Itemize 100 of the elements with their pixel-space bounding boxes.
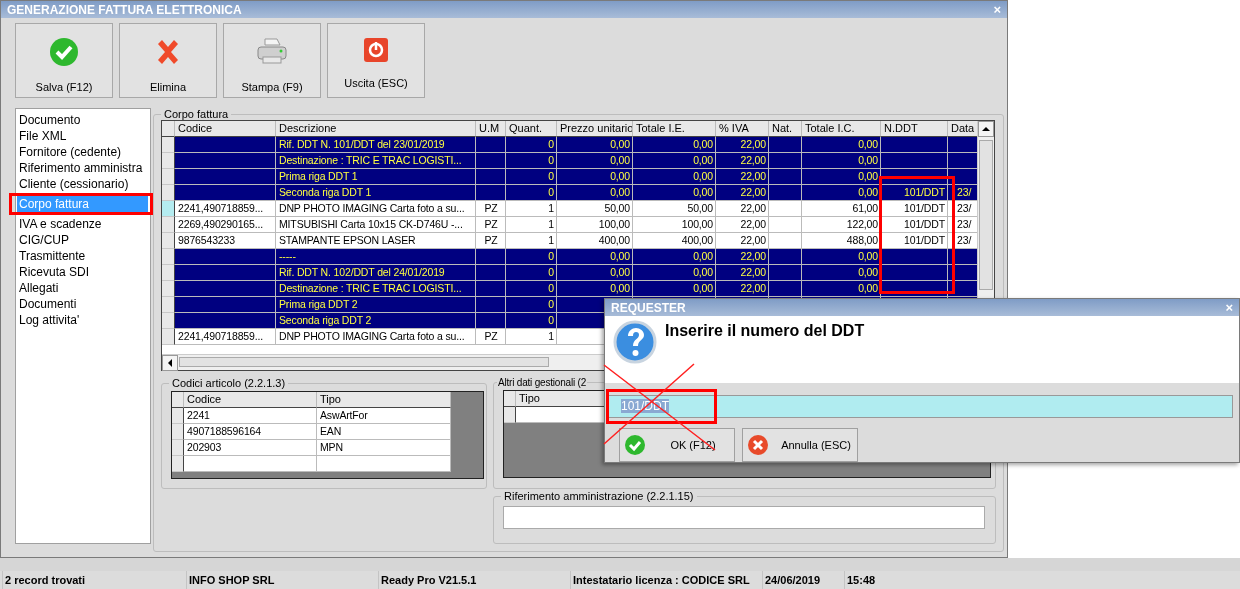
table-cell <box>948 137 977 153</box>
row-header[interactable] <box>162 297 175 313</box>
section-item[interactable]: Ricevuta SDI <box>17 264 149 280</box>
section-item[interactable]: Cliente (cessionario) <box>17 176 149 192</box>
row-header[interactable] <box>172 456 184 472</box>
row-header[interactable] <box>162 265 175 281</box>
group-title: Codici articolo (2.2.1.3) <box>171 377 287 389</box>
table-cell <box>769 137 802 153</box>
table-cell <box>476 169 506 185</box>
column-header[interactable]: Quant. <box>506 121 557 137</box>
section-item[interactable]: File XML <box>17 128 149 144</box>
table-cell: 22,00 <box>716 265 769 281</box>
column-header[interactable]: % IVA <box>716 121 769 137</box>
table-cell <box>769 249 802 265</box>
question-icon <box>613 320 657 364</box>
column-header[interactable]: Tipo <box>317 392 451 408</box>
table-cell: MPN <box>317 440 451 456</box>
column-header[interactable]: Nat. <box>769 121 802 137</box>
column-header[interactable]: Totale I.C. <box>802 121 881 137</box>
table-cell <box>769 201 802 217</box>
row-header[interactable] <box>162 153 175 169</box>
table-cell: 22,00 <box>716 281 769 297</box>
row-header[interactable] <box>504 407 516 423</box>
section-item[interactable]: IVA e scadenze <box>17 216 149 232</box>
table-cell: STAMPANTE EPSON LASER <box>276 233 476 249</box>
table-cell: 2241 <box>184 408 317 424</box>
table-cell: 61,00 <box>802 201 881 217</box>
table-cell <box>948 153 977 169</box>
row-header[interactable] <box>162 169 175 185</box>
table-cell: 100,00 <box>557 217 633 233</box>
scroll-up-icon[interactable] <box>982 125 990 133</box>
toolbar-button[interactable]: Uscita (ESC) <box>327 23 425 98</box>
section-item[interactable]: Log attivita' <box>17 312 149 328</box>
column-header[interactable]: Data <box>948 121 977 137</box>
row-header[interactable] <box>162 217 175 233</box>
toolbar-button[interactable]: Elimina <box>119 23 217 98</box>
table-cell: 0 <box>506 169 557 185</box>
section-item[interactable]: Allegati <box>17 280 149 296</box>
toolbar-button[interactable]: Salva (F12) <box>15 23 113 98</box>
row-header[interactable] <box>162 281 175 297</box>
row-header[interactable] <box>172 440 184 456</box>
table-cell: 0 <box>506 313 557 329</box>
dialog-button[interactable]: Annulla (ESC) <box>742 428 858 462</box>
table-cell <box>769 265 802 281</box>
section-item[interactable]: Trasmittente <box>17 248 149 264</box>
table-cell: PZ <box>476 201 506 217</box>
table-cell <box>476 249 506 265</box>
table-cell: Prima riga DDT 2 <box>276 297 476 313</box>
section-item[interactable]: Fornitore (cedente) <box>17 144 149 160</box>
row-header[interactable] <box>162 201 175 217</box>
status-text: INFO SHOP SRL <box>186 571 374 589</box>
column-header[interactable]: U.M <box>476 121 506 137</box>
scroll-thumb[interactable] <box>179 357 549 367</box>
table-cell: 0,00 <box>633 265 716 281</box>
column-header[interactable]: Totale I.E. <box>633 121 716 137</box>
table-cell: 0,00 <box>633 281 716 297</box>
table-cell: 101/DDT <box>881 217 948 233</box>
table-cell: 400,00 <box>633 233 716 249</box>
column-header[interactable]: Descrizione <box>276 121 476 137</box>
column-header[interactable]: Codice <box>184 392 317 408</box>
section-item[interactable]: Documento <box>17 112 149 128</box>
table-cell: DNP PHOTO IMAGING Carta foto a su... <box>276 201 476 217</box>
table-cell: 0,00 <box>557 169 633 185</box>
table-cell: Rif. DDT N. 102/DDT del 24/01/2019 <box>276 265 476 281</box>
checkmark-icon <box>624 434 646 456</box>
table-cell: PZ <box>476 233 506 249</box>
table-cell: Seconda riga DDT 1 <box>276 185 476 201</box>
row-header[interactable] <box>172 408 184 424</box>
input-field[interactable] <box>503 506 985 529</box>
row-header[interactable] <box>162 329 175 345</box>
section-item[interactable]: Riferimento amministra <box>17 160 149 176</box>
table-cell <box>881 249 948 265</box>
group-title: Altri dati gestionali (2 <box>497 377 588 388</box>
table-cell: 0,00 <box>633 169 716 185</box>
section-item[interactable]: CIG/CUP <box>17 232 149 248</box>
column-header[interactable]: Codice <box>175 121 276 137</box>
table-cell: 1 <box>506 233 557 249</box>
row-header[interactable] <box>162 185 175 201</box>
toolbar-button[interactable]: Stampa (F9) <box>223 23 321 98</box>
table-cell <box>881 265 948 281</box>
table-cell: 9876543233 <box>175 233 276 249</box>
table-cell: 1 <box>506 217 557 233</box>
row-header[interactable] <box>162 233 175 249</box>
table-cell <box>476 153 506 169</box>
status-text: 2 record trovati <box>2 571 182 589</box>
table-cell: 0,00 <box>557 281 633 297</box>
table-cell: Rif. DDT N. 101/DDT del 23/01/2019 <box>276 137 476 153</box>
row-header[interactable] <box>162 313 175 329</box>
scroll-left-icon[interactable] <box>166 359 174 367</box>
status-text: 15:48 <box>844 571 928 589</box>
section-item[interactable]: Documenti <box>17 296 149 312</box>
table-cell: Destinazione : TRIC E TRAC LOGISTI... <box>276 281 476 297</box>
column-header[interactable]: N.DDT <box>881 121 948 137</box>
row-header[interactable] <box>172 424 184 440</box>
scroll-thumb[interactable] <box>979 140 993 290</box>
table-cell: 122,00 <box>802 217 881 233</box>
table-cell: 0,00 <box>802 281 881 297</box>
row-header[interactable] <box>162 137 175 153</box>
table-cell <box>881 153 948 169</box>
row-header[interactable] <box>162 249 175 265</box>
